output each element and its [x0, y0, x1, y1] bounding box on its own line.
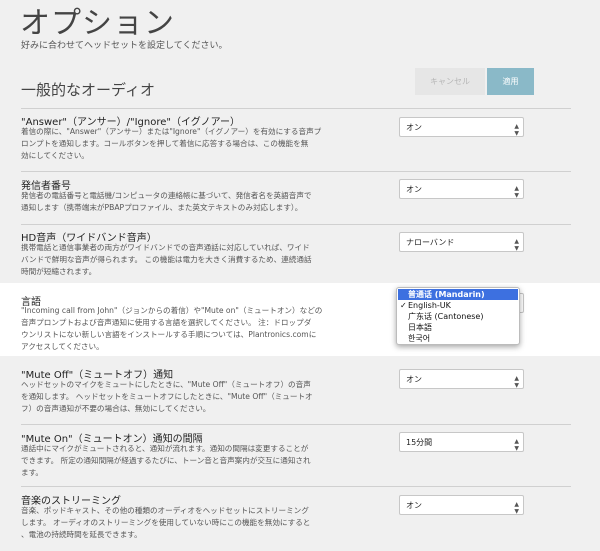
language-dropdown-menu[interactable]: 普通话 (Mandarin) ✓ English-UK 广东话 (Cantones…	[396, 287, 520, 345]
row-divider	[21, 486, 571, 487]
setting-desc-music-streaming: 音楽、ポッドキャスト、その他の種類のオーディオをヘッドセットにストリーミング しま…	[21, 506, 311, 539]
chevron-updown-icon: ▲ ▼	[514, 375, 519, 389]
row-divider	[21, 224, 571, 225]
language-option-english-uk[interactable]: ✓ English-UK	[398, 300, 518, 311]
language-option-japanese[interactable]: 日本語	[398, 322, 518, 333]
setting-desc-mute-on-interval: 通話中にマイクがミュートされると、通知が流れます。通知の間隔は変更することが でき…	[21, 444, 311, 477]
music-streaming-select[interactable]: オン ▲ ▼	[399, 495, 524, 515]
setting-desc-mute-off: ヘッドセットのマイクをミュートにしたときに、"Mute Off"（ミュートオフ）…	[21, 380, 313, 413]
row-divider	[21, 424, 571, 425]
section-title: 一般的なオーディオ	[21, 81, 155, 99]
select-value: ナローバンド	[406, 237, 455, 247]
chevron-updown-icon: ▲ ▼	[514, 438, 519, 452]
setting-desc-language: "Incoming call from John"（ジョンからの着信）や"Mut…	[21, 306, 323, 351]
mute-off-select[interactable]: オン ▲ ▼	[399, 369, 524, 389]
checkmark-icon: ✓	[400, 301, 407, 310]
select-value: 15分間	[406, 437, 433, 447]
language-option-mandarin[interactable]: 普通话 (Mandarin)	[398, 289, 518, 300]
row-divider	[21, 108, 571, 109]
apply-button[interactable]: 適用	[487, 68, 534, 95]
setting-desc-hd-voice: 携帯電話と通信事業者の両方がワイドバンドでの音声通話に対応していれば、ワイド バン…	[21, 243, 312, 276]
select-value: オン	[406, 122, 422, 132]
caller-id-select[interactable]: オン ▲ ▼	[399, 179, 524, 199]
language-option-cantonese[interactable]: 广东话 (Cantonese)	[398, 311, 518, 322]
answer-ignore-select[interactable]: オン ▲ ▼	[399, 117, 524, 137]
page-title: オプション	[20, 6, 175, 41]
select-value: オン	[406, 184, 422, 194]
language-option-korean[interactable]: 한국어	[398, 333, 518, 344]
select-value: オン	[406, 500, 422, 510]
mute-on-interval-select[interactable]: 15分間 ▲ ▼	[399, 432, 524, 452]
select-value: オン	[406, 374, 422, 384]
setting-desc-answer-ignore: 着信の際に、"Answer"（アンサー）または"Ignore"（イグノアー）を有…	[21, 127, 322, 160]
hd-voice-select[interactable]: ナローバンド ▲ ▼	[399, 232, 524, 252]
chevron-updown-icon: ▲ ▼	[514, 238, 519, 252]
chevron-updown-icon: ▲ ▼	[514, 123, 519, 137]
page-subtitle: 好みに合わせてヘッドセットを設定してください。	[21, 41, 228, 51]
row-divider	[21, 171, 571, 172]
setting-desc-caller-id: 発信者の電話番号と電話機/コンピュータの連絡帳に基づいて、発信者名を英語音声で通…	[21, 191, 312, 212]
chevron-updown-icon: ▲ ▼	[514, 185, 519, 199]
cancel-button[interactable]: キャンセル	[415, 68, 485, 95]
chevron-updown-icon: ▲ ▼	[514, 501, 519, 515]
